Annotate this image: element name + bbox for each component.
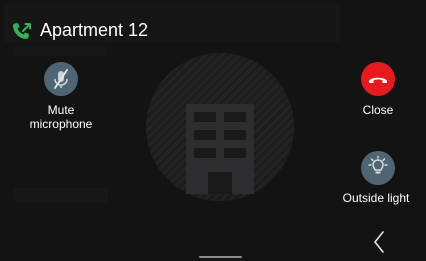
close-call-label: Close [362,103,394,117]
page-title: Apartment 12 [40,20,149,40]
close-call-button[interactable] [361,62,395,96]
home-indicator[interactable] [199,256,242,258]
mute-microphone-label: Mute microphone [29,103,93,131]
outside-light-button[interactable] [361,151,395,185]
phone-connected-icon [13,23,31,39]
light-bulb-icon [368,155,388,174]
outside-light-label: Outside light [342,191,410,205]
divider [14,46,106,56]
intercom-call-screen: Apartment 12 Mute microphone Close Outsi… [0,0,426,261]
building-icon [186,104,254,194]
hang-up-icon [369,77,387,83]
microphone-muted-icon [54,69,68,89]
chevron-left-icon[interactable] [369,229,389,255]
mute-microphone-button[interactable] [44,62,78,96]
divider [14,188,108,202]
